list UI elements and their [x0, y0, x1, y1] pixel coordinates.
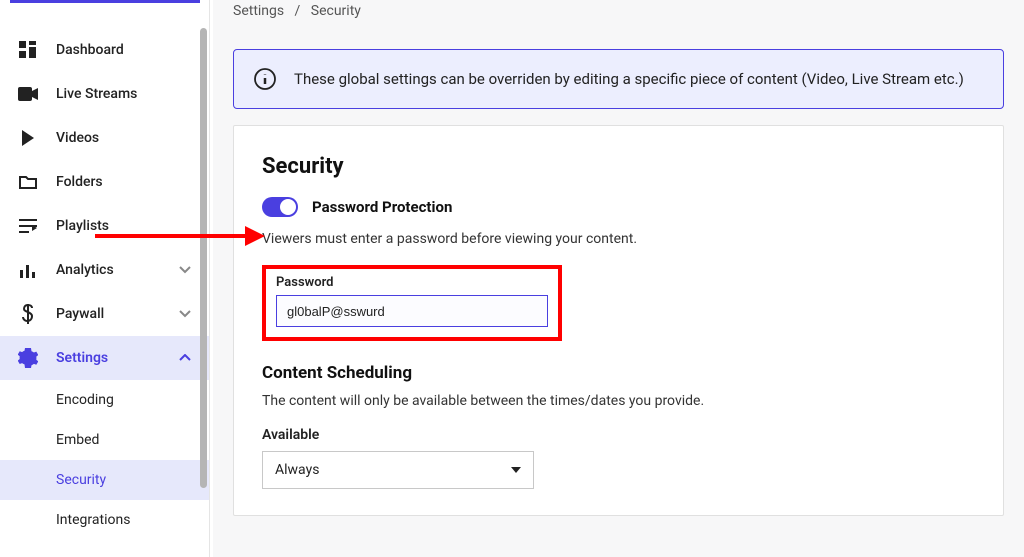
gear-icon [18, 348, 38, 368]
sidebar-item-label: Folders [56, 174, 103, 190]
sidebar-item-dashboard[interactable]: Dashboard [0, 28, 209, 72]
toggle-knob [280, 199, 296, 215]
breadcrumb-separator: / [288, 3, 308, 19]
sidebar-subitem-embed[interactable]: Embed [56, 420, 209, 460]
available-selected-value: Always [275, 462, 319, 478]
sidebar-subitem-label: Embed [56, 432, 99, 448]
sidebar-subitem-integrations[interactable]: Integrations [56, 500, 209, 540]
password-input[interactable] [276, 295, 548, 327]
password-highlight-box: Password [262, 265, 562, 341]
info-banner: These global settings can be overriden b… [233, 49, 1004, 109]
password-protection-help: Viewers must enter a password before vie… [262, 231, 975, 247]
security-heading: Security [262, 154, 975, 179]
sidebar-item-playlists[interactable]: Playlists [0, 204, 209, 248]
sidebar: Dashboard Live Streams Videos Folders Pl [0, 0, 210, 557]
sidebar-item-label: Live Streams [56, 86, 137, 102]
info-icon [254, 68, 276, 90]
play-icon [18, 128, 38, 148]
password-protection-toggle[interactable] [262, 197, 298, 217]
sidebar-accent-bar [10, 0, 200, 3]
password-protection-row: Password Protection [262, 197, 975, 217]
sidebar-subitem-encoding[interactable]: Encoding [56, 380, 209, 420]
content-scheduling-heading: Content Scheduling [262, 363, 975, 383]
info-banner-text: These global settings can be overriden b… [294, 70, 964, 88]
sidebar-subitem-label: Integrations [56, 512, 130, 528]
breadcrumb-security: Security [311, 3, 361, 19]
sidebar-item-folders[interactable]: Folders [0, 160, 209, 204]
sidebar-item-label: Settings [56, 350, 108, 366]
sidebar-item-label: Dashboard [56, 42, 124, 58]
security-card: Security Password Protection Viewers mus… [233, 125, 1004, 516]
sidebar-item-videos[interactable]: Videos [0, 116, 209, 160]
chevron-up-icon [179, 354, 191, 362]
scrollbar-thumb[interactable] [200, 28, 207, 488]
available-select[interactable]: Always [262, 451, 534, 489]
folder-icon [18, 172, 38, 192]
sidebar-item-label: Playlists [56, 218, 109, 234]
main-content: Settings / Security These global setting… [213, 0, 1024, 557]
password-field-label: Password [276, 275, 548, 290]
breadcrumb-settings[interactable]: Settings [233, 3, 284, 19]
content-scheduling-help: The content will only be available betwe… [262, 393, 975, 409]
dollar-icon [18, 304, 38, 324]
sidebar-subitem-security[interactable]: Security [0, 460, 209, 500]
sidebar-scrollbar[interactable] [200, 0, 207, 557]
settings-submenu: Encoding Embed Security Integrations [0, 380, 209, 540]
password-protection-label: Password Protection [312, 198, 452, 216]
caret-down-icon [511, 467, 521, 473]
sidebar-item-live-streams[interactable]: Live Streams [0, 72, 209, 116]
bar-chart-icon [18, 260, 38, 280]
sidebar-item-label: Analytics [56, 262, 114, 278]
breadcrumb: Settings / Security [213, 0, 1024, 31]
playlist-icon [18, 216, 38, 236]
sidebar-subitem-label: Security [56, 472, 106, 488]
sidebar-item-paywall[interactable]: Paywall [0, 292, 209, 336]
sidebar-item-settings[interactable]: Settings [0, 336, 209, 380]
camera-icon [18, 84, 38, 104]
sidebar-item-label: Paywall [56, 306, 104, 322]
chevron-down-icon [179, 266, 191, 274]
sidebar-subitem-label: Encoding [56, 392, 114, 408]
sidebar-item-label: Videos [56, 130, 99, 146]
available-label: Available [262, 427, 975, 443]
sidebar-item-analytics[interactable]: Analytics [0, 248, 209, 292]
dashboard-icon [18, 40, 38, 60]
chevron-down-icon [179, 310, 191, 318]
